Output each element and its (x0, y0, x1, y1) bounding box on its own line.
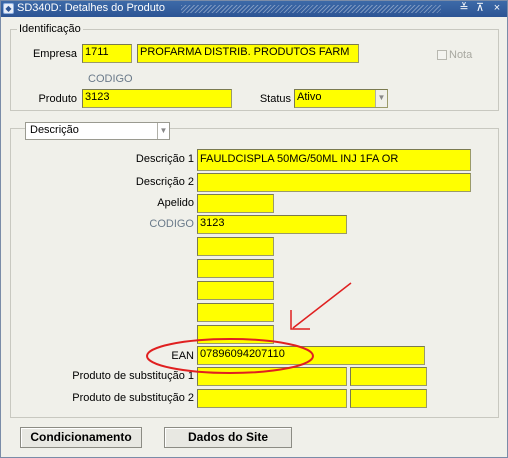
annotation-ellipse (146, 338, 314, 374)
annotation-arrow-line (292, 282, 352, 329)
product-details-window: ◆ SD340D: Detalhes do Produto ≚ ⊼ × Iden… (0, 0, 508, 458)
annotation-arrow-head (290, 310, 310, 330)
annotation-overlay (146, 282, 352, 374)
